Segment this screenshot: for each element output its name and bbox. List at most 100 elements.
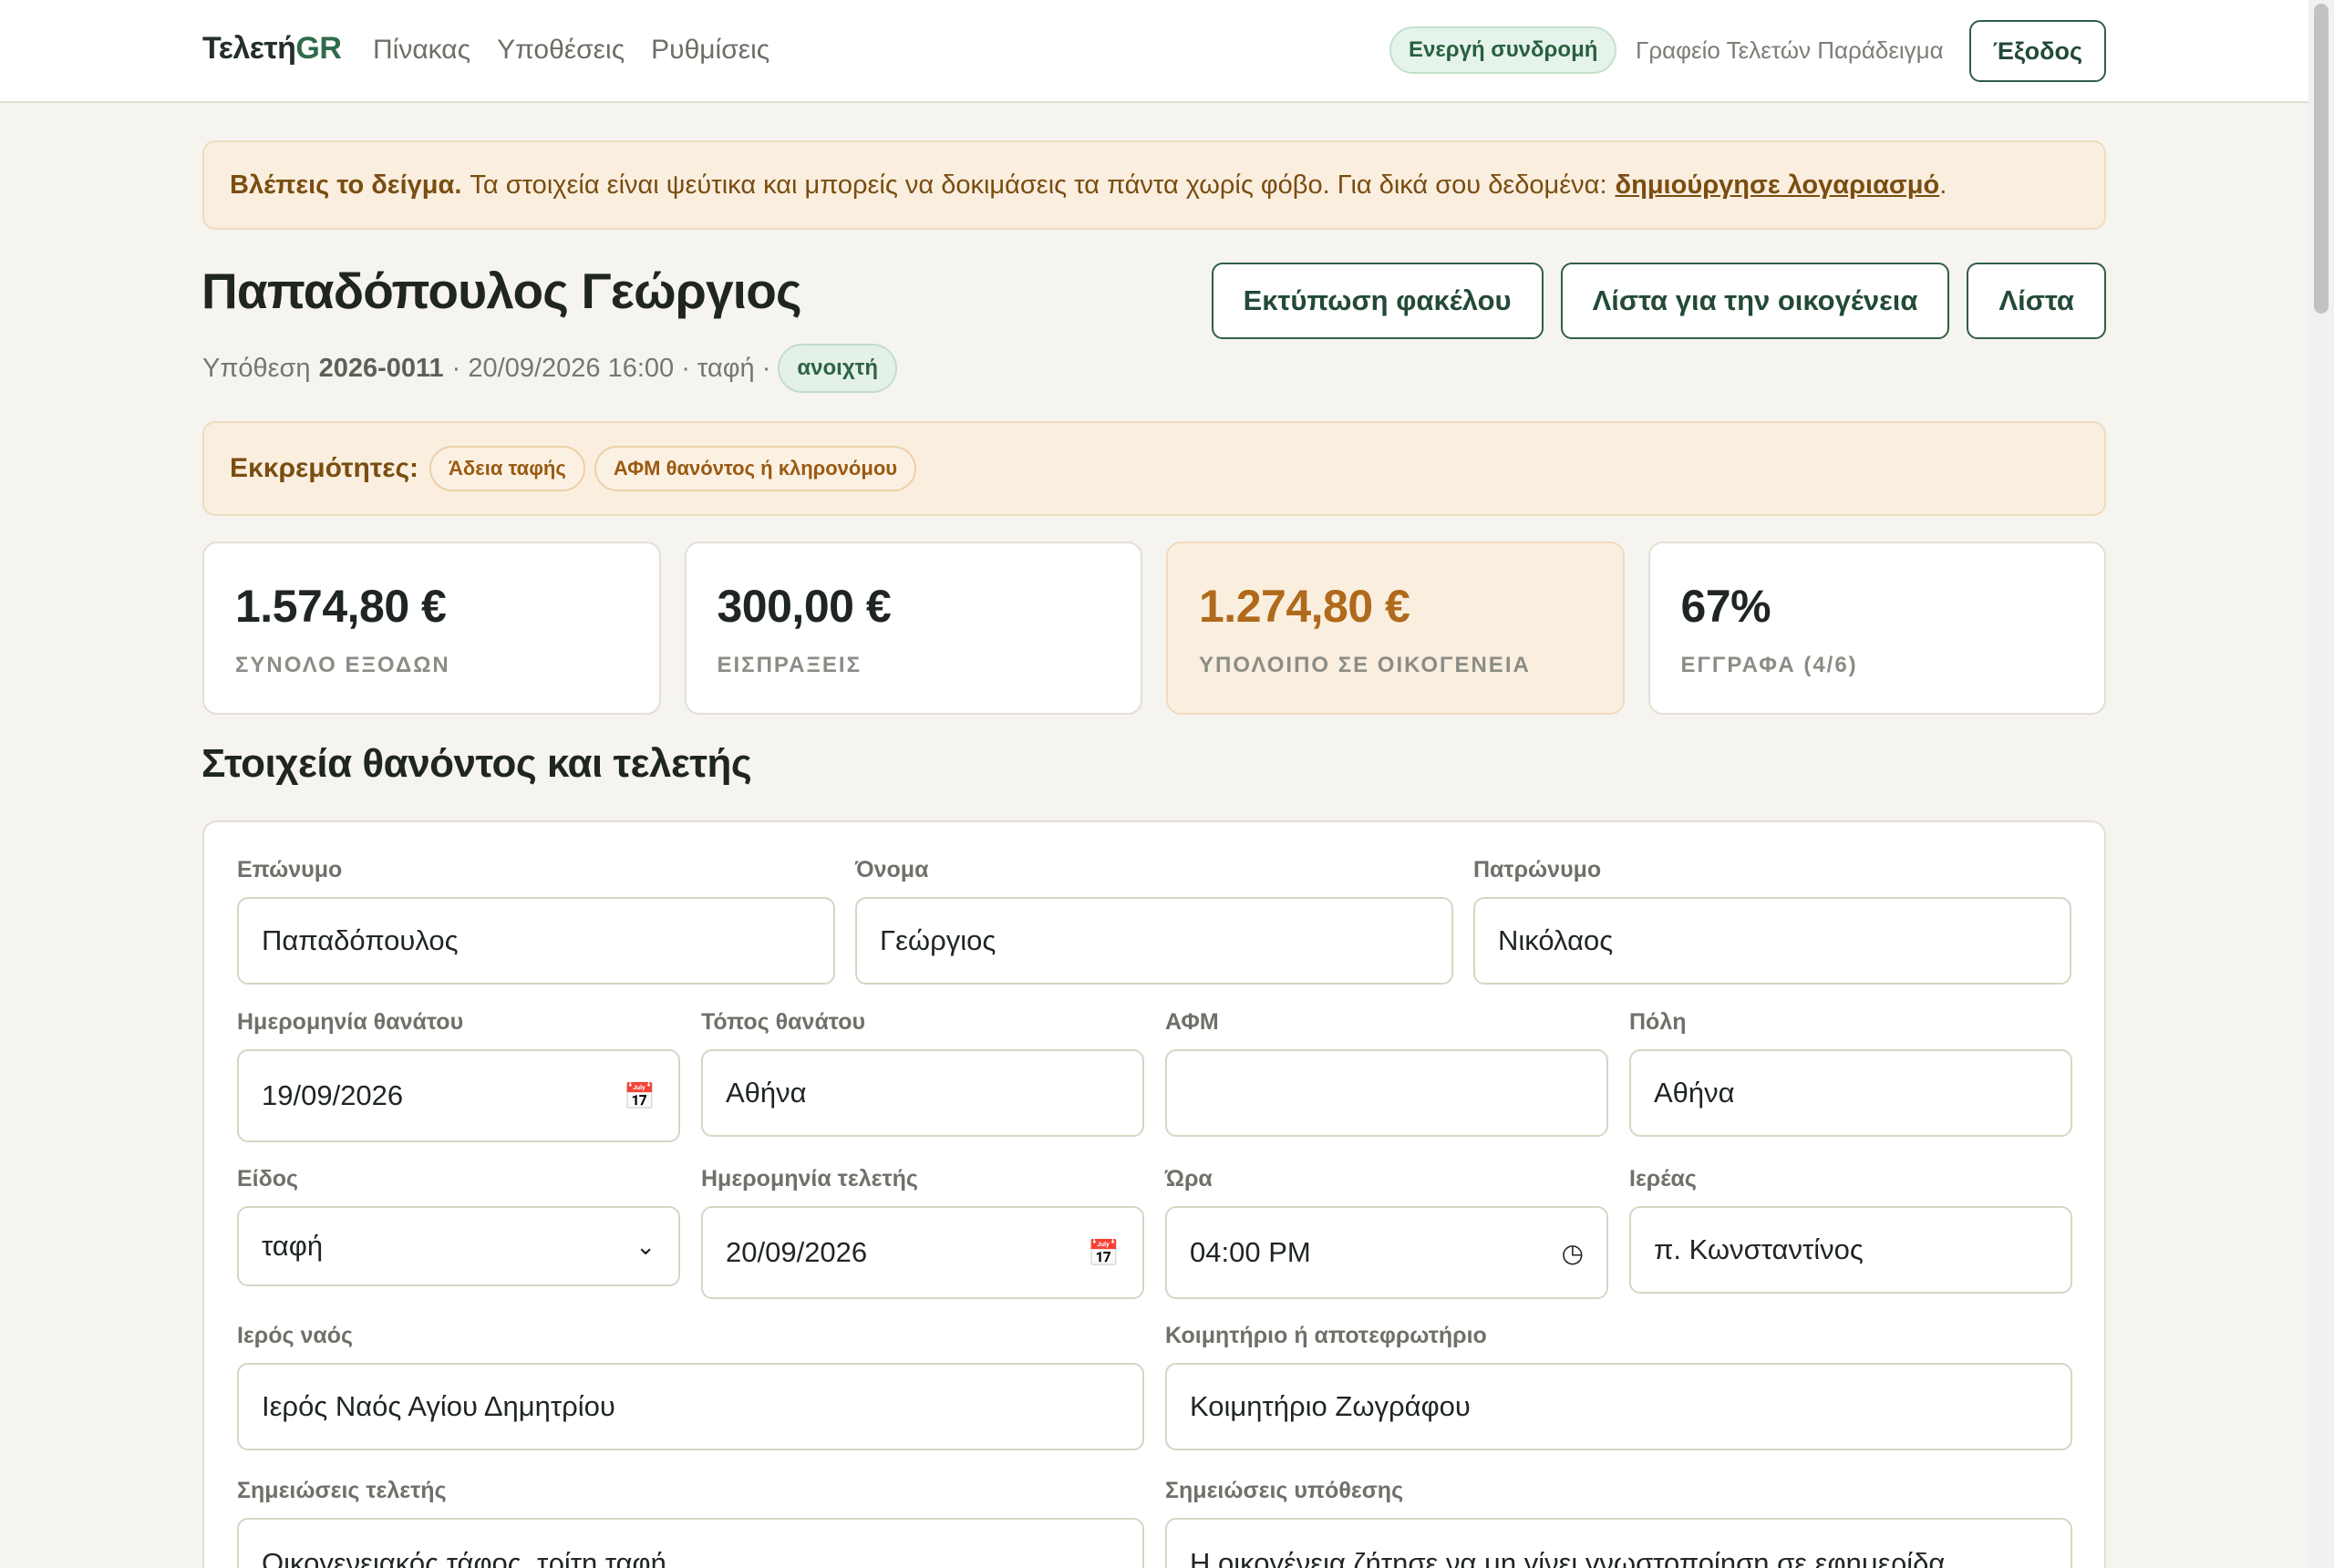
stat-value: 1.574,80 €: [235, 581, 447, 632]
death-place-value: Αθήνα: [726, 1077, 807, 1109]
page-title: Παπαδόπουλος Γεώργιος: [201, 263, 802, 319]
stat-value: 300,00 €: [717, 581, 892, 632]
father-name-value: Νικόλαος: [1498, 924, 1614, 956]
demo-notice-tail: .: [1939, 170, 1947, 200]
stat-value: 1.274,80 €: [1199, 581, 1410, 632]
pending-chip-burial-permit[interactable]: Άδεια ταφής: [429, 446, 585, 491]
cemetery-value: Κοιμητήριο Ζωγράφου: [1190, 1390, 1471, 1422]
priest-value: π. Κωνσταντίνος: [1654, 1233, 1864, 1265]
top-nav: ΤελετήGR Πίνακας Υποθέσεις Ρυθμίσεις Ενε…: [0, 0, 2308, 103]
stat-card-balance: 1.274,80 € ΥΠΟΛΟΙΠΟ ΣΕ ΟΙΚΟΓΕΝΕΙΑ: [1166, 542, 1625, 715]
stat-label: ΣΥΝΟΛΟ ΕΞΟΔΩΝ: [235, 653, 450, 677]
church-field-group: Ιερός ναός Ιερός Ναός Αγίου Δημητρίου: [237, 1323, 1144, 1450]
chevron-down-icon: ⌄: [635, 1232, 656, 1260]
first-name-label: Όνομα: [855, 857, 929, 882]
death-date-input[interactable]: 19/09/2026 📅: [237, 1049, 680, 1142]
cemetery-input[interactable]: Κοιμητήριο Ζωγράφου: [1165, 1363, 2072, 1450]
case-actions: Εκτύπωση φακέλου Λίστα για την οικογένει…: [1211, 263, 2106, 339]
ceremony-notes-value: Οικογενειακός τάφος, τρίτη ταφή.: [262, 1547, 675, 1568]
nav-dashboard-link[interactable]: Πίνακας: [373, 35, 470, 66]
case-notes-label: Σημειώσεις υπόθεσης: [1165, 1478, 1404, 1503]
ceremony-notes-textarea[interactable]: Οικογενειακός τάφος, τρίτη ταφή.: [237, 1518, 1144, 1568]
demo-notice-text: Τα στοιχεία είναι ψεύτικα και μπορείς να…: [470, 170, 1607, 200]
brand-logo[interactable]: ΤελετήGR: [202, 31, 342, 67]
type-select[interactable]: ταφή ⌄: [237, 1206, 680, 1286]
priest-label: Ιερέας: [1629, 1166, 1697, 1191]
create-account-link[interactable]: δημιούργησε λογαριασμό: [1616, 170, 1940, 201]
case-notes-field-group: Σημειώσεις υπόθεσης Η οικογένεια ζήτησε …: [1165, 1478, 2072, 1568]
priest-field-group: Ιερέας π. Κωνσταντίνος: [1629, 1166, 2072, 1294]
father-name-field-group: Πατρώνυμο Νικόλαος: [1473, 857, 2071, 985]
calendar-icon[interactable]: 📅: [624, 1081, 656, 1111]
time-value: 04:00 PM: [1190, 1236, 1311, 1268]
ceremony-date-input[interactable]: 20/09/2026 📅: [701, 1206, 1144, 1299]
brand-main: Τελετή: [202, 31, 296, 66]
nav-settings-link[interactable]: Ρυθμίσεις: [651, 35, 769, 66]
office-name: Γραφείο Τελετών Παράδειγμα: [1636, 36, 1944, 64]
city-value: Αθήνα: [1654, 1077, 1735, 1109]
type-field-group: Είδος ταφή ⌄: [237, 1166, 680, 1286]
priest-input[interactable]: π. Κωνσταντίνος: [1629, 1206, 2072, 1294]
stats-row: 1.574,80 € ΣΥΝΟΛΟ ΕΞΟΔΩΝ 300,00 € ΕΙΣΠΡΑ…: [202, 542, 2106, 715]
demo-notice-lead: Βλέπεις το δείγμα.: [230, 170, 462, 200]
section-title: Στοιχεία θανόντος και τελετής: [201, 741, 752, 786]
time-field-group: Ώρα 04:00 PM ◷: [1165, 1166, 1608, 1299]
case-meta-prefix: Υπόθεση: [202, 353, 311, 383]
brand-accent: GR: [295, 31, 342, 66]
stat-label: ΕΓΓΡΑΦΑ (4/6): [1680, 653, 1858, 677]
list-button[interactable]: Λίστα: [1967, 263, 2106, 339]
logout-button[interactable]: Έξοδος: [1969, 20, 2106, 82]
surname-field-group: Επώνυμο Παπαδόπουλος: [237, 857, 835, 985]
afm-input[interactable]: [1165, 1049, 1608, 1137]
case-meta: Υπόθεση 2026-0011 · 20/09/2026 16:00 · τ…: [202, 343, 898, 394]
death-place-input[interactable]: Αθήνα: [701, 1049, 1144, 1137]
surname-value: Παπαδόπουλος: [262, 924, 459, 956]
cemetery-field-group: Κοιμητήριο ή αποτεφρωτήριο Κοιμητήριο Ζω…: [1165, 1323, 2072, 1450]
ceremony-date-label: Ημερομηνία τελετής: [701, 1166, 918, 1191]
main-nav: Πίνακας Υποθέσεις Ρυθμίσεις: [373, 35, 769, 66]
death-date-value: 19/09/2026: [262, 1079, 404, 1111]
calendar-icon[interactable]: 📅: [1088, 1238, 1120, 1268]
case-notes-value: Η οικογένεια ζήτησε να μη γίνει γνωστοπο…: [1190, 1547, 1953, 1568]
demo-notice-banner: Βλέπεις το δείγμα. Τα στοιχεία είναι ψεύ…: [202, 140, 2106, 230]
city-input[interactable]: Αθήνα: [1629, 1049, 2072, 1137]
first-name-value: Γεώργιος: [880, 924, 997, 956]
case-status-badge: ανοιχτή: [778, 344, 898, 393]
ceremony-notes-field-group: Σημειώσεις τελετής Οικογενειακός τάφος, …: [237, 1478, 1144, 1568]
city-label: Πόλη: [1629, 1009, 1687, 1035]
church-input[interactable]: Ιερός Ναός Αγίου Δημητρίου: [237, 1363, 1144, 1450]
afm-field-group: ΑΦΜ: [1165, 1009, 1608, 1137]
case-meta-details: · 20/09/2026 16:00 · ταφή ·: [451, 353, 771, 383]
first-name-field-group: Όνομα Γεώργιος: [855, 857, 1453, 985]
clock-icon[interactable]: ◷: [1562, 1238, 1584, 1268]
print-folder-button[interactable]: Εκτύπωση φακέλου: [1211, 263, 1544, 339]
afm-label: ΑΦΜ: [1165, 1009, 1219, 1035]
scrollbar-thumb[interactable]: [2314, 4, 2329, 314]
pending-items-bar: Εκκρεμότητες: Άδεια ταφής ΑΦΜ θανόντος ή…: [202, 421, 2106, 516]
time-input[interactable]: 04:00 PM ◷: [1165, 1206, 1608, 1299]
father-name-input[interactable]: Νικόλαος: [1473, 897, 2071, 985]
nav-cases-link[interactable]: Υποθέσεις: [497, 35, 625, 66]
surname-input[interactable]: Παπαδόπουλος: [237, 897, 835, 985]
case-notes-textarea[interactable]: Η οικογένεια ζήτησε να μη γίνει γνωστοπο…: [1165, 1518, 2072, 1568]
deceased-ceremony-form: Επώνυμο Παπαδόπουλος Όνομα Γεώργιος Πατρ…: [202, 820, 2106, 1568]
ceremony-date-value: 20/09/2026: [726, 1236, 868, 1268]
church-value: Ιερός Ναός Αγίου Δημητρίου: [262, 1390, 615, 1422]
ceremony-notes-label: Σημειώσεις τελετής: [237, 1478, 447, 1503]
pending-label: Εκκρεμότητες:: [230, 453, 419, 483]
family-list-button[interactable]: Λίστα για την οικογένεια: [1560, 263, 1950, 339]
page-scrollbar[interactable]: [2308, 0, 2334, 1568]
stat-label: ΕΙΣΠΡΑΞΕΙΣ: [717, 653, 862, 677]
type-label: Είδος: [237, 1166, 299, 1191]
ceremony-date-field-group: Ημερομηνία τελετής 20/09/2026 📅: [701, 1166, 1144, 1299]
surname-label: Επώνυμο: [237, 857, 343, 882]
city-field-group: Πόλη Αθήνα: [1629, 1009, 2072, 1137]
church-label: Ιερός ναός: [237, 1323, 354, 1348]
pending-chip-afm[interactable]: ΑΦΜ θανόντος ή κληρονόμου: [594, 446, 917, 491]
time-label: Ώρα: [1165, 1166, 1213, 1191]
stat-value: 67%: [1680, 581, 1771, 632]
death-date-field-group: Ημερομηνία θανάτου 19/09/2026 📅: [237, 1009, 680, 1142]
first-name-input[interactable]: Γεώργιος: [855, 897, 1453, 985]
stat-card-documents: 67% ΕΓΓΡΑΦΑ (4/6): [1647, 542, 2106, 715]
type-value: ταφή: [262, 1230, 324, 1262]
